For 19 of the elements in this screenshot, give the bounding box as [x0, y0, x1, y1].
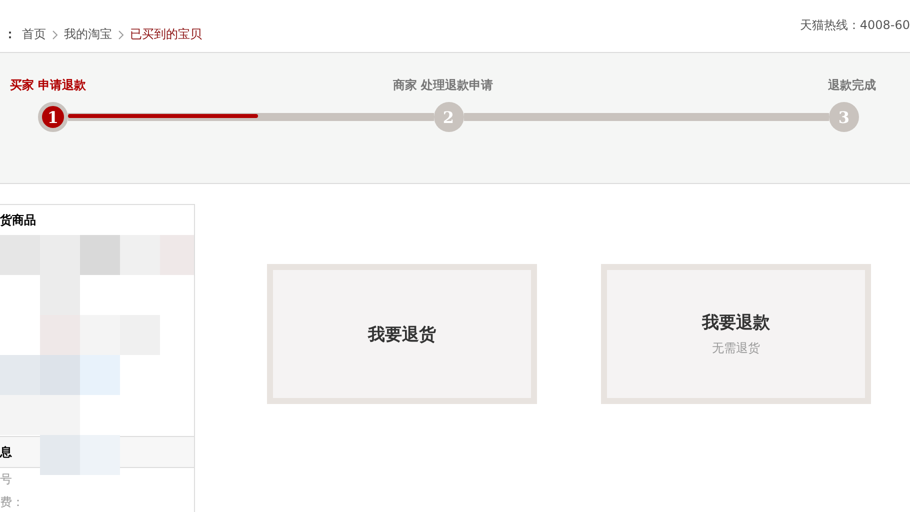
- chevron-icon: [52, 30, 58, 40]
- step-number: 3: [829, 102, 859, 132]
- panel-title: 货商品: [0, 212, 36, 229]
- step-label: 商家 处理退款申请: [392, 77, 494, 94]
- step-number: 1: [38, 102, 68, 132]
- step-label: 退款完成: [828, 77, 876, 94]
- breadcrumb-link[interactable]: 我的淘宝: [64, 26, 112, 43]
- breadcrumb-link[interactable]: 首页: [22, 26, 46, 43]
- chevron-icon: [118, 30, 124, 40]
- breadcrumb-link[interactable]: 已买到的宝贝: [130, 26, 202, 43]
- field-label: 号: [0, 471, 13, 488]
- breadcrumb-separator: ：: [4, 26, 16, 43]
- step-label: 买家 申请退款: [10, 77, 86, 94]
- field-label: 费：: [0, 494, 24, 511]
- step-number: 2: [434, 102, 464, 132]
- option-button[interactable]: 我要退款 无需退货: [601, 264, 871, 404]
- section-title: 息: [0, 444, 12, 460]
- option-button[interactable]: 我要退货: [267, 264, 537, 404]
- hotline-text: 天猫热线：4008-60: [800, 17, 910, 34]
